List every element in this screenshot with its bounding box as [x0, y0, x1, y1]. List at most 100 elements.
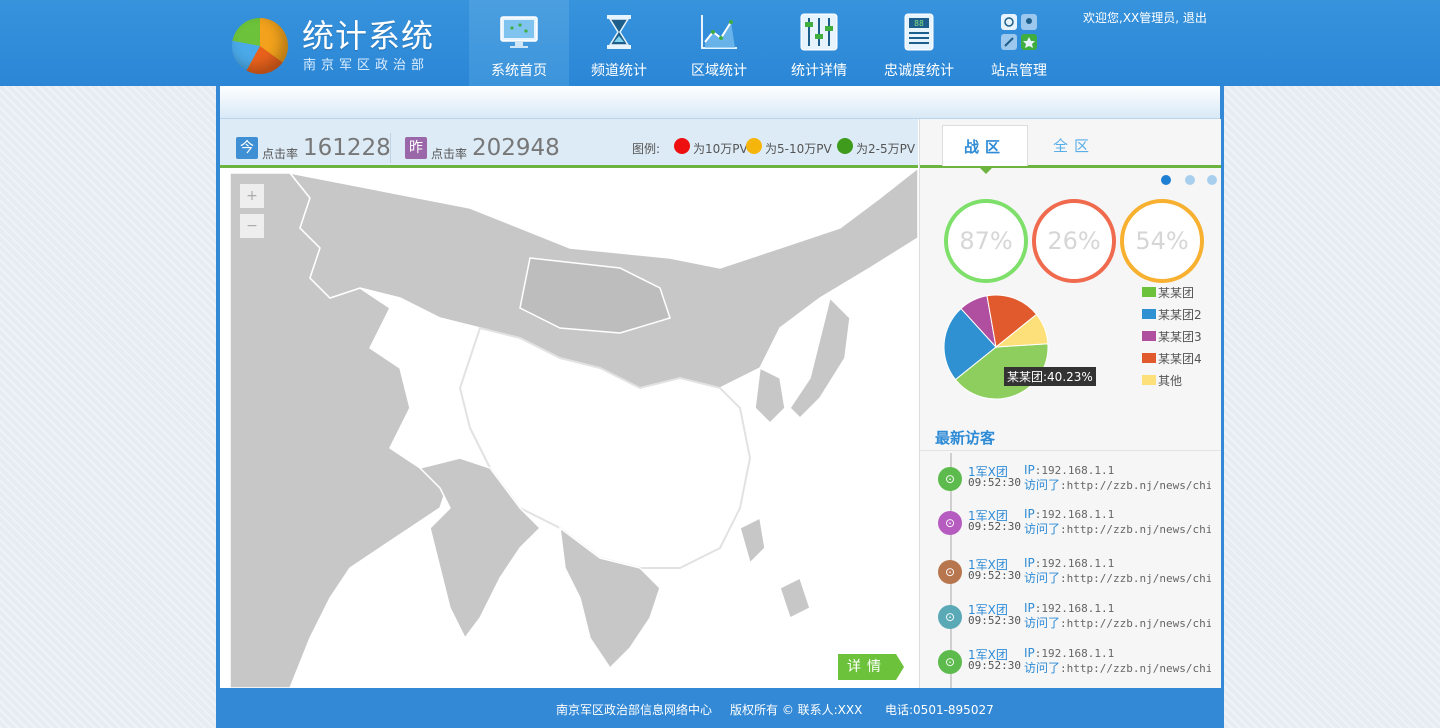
legend-swatch [1142, 375, 1156, 385]
latest-visitors-title: 最新访客 [935, 429, 996, 447]
yesterday-value: 202948 [472, 135, 560, 161]
nav-item-site-management[interactable]: 站点管理 [969, 0, 1069, 86]
url-value: :http://zzb.nj/news/china [1060, 617, 1211, 630]
visitor-url: 访问了:http://zzb.nj/news/china [1024, 520, 1211, 537]
clock-icon: ⊙ [938, 560, 962, 584]
legend-label: 为10万PV [693, 142, 748, 156]
top-header: 统计系统 南京军区政治部 系统首页 频道统计 区域统计 统计详情 88 忠诚度统… [0, 0, 1440, 86]
visitor-row[interactable]: ⊙ 1军X团 09:52:30 IP:192.168.1.1 访问了:http:… [920, 463, 1221, 503]
visitor-row[interactable]: ⊙ 1军X团 09:52:30 IP:192.168.1.1 访问了:http:… [920, 556, 1221, 596]
user-info: 欢迎您,XX管理员, 退出 [1083, 9, 1207, 26]
tab-all-zone[interactable]: 全区 [1032, 125, 1116, 165]
tab-pointer-icon [980, 168, 992, 174]
nav-label: 统计详情 [791, 63, 847, 79]
pie-svg [943, 294, 1049, 400]
svg-text:88: 88 [914, 19, 924, 28]
zoom-in-button[interactable]: + [240, 184, 264, 208]
yesterday-label: 点击率 [431, 147, 468, 161]
arrow-right-icon [896, 654, 904, 680]
logout-link[interactable]: 退出 [1183, 11, 1207, 25]
ip-label: IP [1024, 556, 1035, 570]
tab-war-zone[interactable]: 战区 [942, 125, 1028, 166]
clock-icon: ⊙ [938, 650, 962, 674]
visitor-time: 09:52:30 [968, 614, 1021, 627]
visitor-time: 09:52:30 [968, 659, 1021, 672]
legend-label: 为2-5万PV [856, 142, 916, 156]
visitor-url: 访问了:http://zzb.nj/news/china [1024, 476, 1211, 493]
url-value: :http://zzb.nj/news/china [1060, 523, 1211, 536]
percent-ring-2: 26% [1032, 199, 1116, 283]
footer: 南京军区政治部信息网络中心 版权所有 © 联系人:XXX 电话:0501-895… [220, 691, 1220, 725]
visitor-row[interactable]: ⊙ 1军X团 09:52:30 IP:192.168.1.1 访问了:http:… [920, 646, 1221, 686]
url-value: :http://zzb.nj/news/china [1060, 572, 1211, 585]
legend-swatch [1142, 353, 1156, 363]
side-panel: 战区 全区 87% 26% 54% 某某团:40.23% 某某团 某某团2 某某… [919, 119, 1221, 688]
visitor-ip: IP:192.168.1.1 [1024, 601, 1114, 615]
monitor-icon [500, 16, 538, 48]
pager-dot-1[interactable] [1161, 175, 1171, 185]
visited-label: 访问了 [1024, 522, 1061, 536]
hourglass-icon [607, 15, 631, 49]
sliders-icon [800, 13, 838, 51]
logo[interactable]: 统计系统 南京军区政治部 [232, 16, 472, 76]
nav-item-stat-details[interactable]: 统计详情 [769, 0, 869, 86]
nav-item-region-stats[interactable]: 区域统计 [669, 0, 769, 86]
visitor-row[interactable]: ⊙ 1军X团 09:52:30 IP:192.168.1.1 访问了:http:… [920, 507, 1221, 547]
nav-item-loyalty-stats[interactable]: 88 忠诚度统计 [869, 0, 969, 86]
visitor-ip: IP:192.168.1.1 [1024, 463, 1114, 477]
details-button[interactable]: 详情 [838, 654, 904, 680]
visitor-ip: IP:192.168.1.1 [1024, 507, 1114, 521]
legend-swatch [1142, 331, 1156, 341]
map-canvas [229, 168, 918, 688]
visited-label: 访问了 [1024, 571, 1061, 585]
main-panel: 今 点击率 161228 昨 点击率 202948 图例: 为10万PV 为5-… [220, 86, 1221, 688]
nav-label: 系统首页 [491, 63, 547, 79]
pager-dot-2[interactable] [1185, 175, 1195, 185]
logo-title: 统计系统 [302, 17, 435, 55]
footer-phone: 电话:0501-895027 [885, 703, 994, 717]
nav-label: 区域统计 [691, 63, 747, 79]
pie-legend-label: 其他 [1158, 374, 1183, 388]
today-badge: 今 [236, 137, 258, 159]
pie-tooltip: 某某团:40.23% [1004, 367, 1096, 386]
stat-divider [390, 133, 391, 163]
stat-bar: 今 点击率 161228 昨 点击率 202948 图例: 为10万PV 为5-… [220, 119, 918, 168]
today-label: 点击率 [262, 147, 299, 161]
ip-label: IP [1024, 646, 1035, 660]
pager-dot-3[interactable] [1207, 175, 1217, 185]
legend-swatch [1142, 287, 1156, 297]
clock-icon: ⊙ [938, 605, 962, 629]
visitor-time: 09:52:30 [968, 520, 1021, 533]
today-value: 161228 [303, 135, 391, 161]
visitors-divider [920, 450, 1221, 451]
green-dot-icon [837, 138, 853, 154]
visitor-time: 09:52:30 [968, 476, 1021, 489]
nav-label: 忠诚度统计 [884, 63, 954, 79]
user-greeting: 欢迎您,XX管理员, [1083, 11, 1180, 25]
main-nav: 系统首页 频道统计 区域统计 统计详情 88 忠诚度统计 站点管理 [469, 0, 1069, 86]
details-label: 详情 [838, 654, 896, 680]
pie-legend-label: 某某团4 [1158, 352, 1202, 366]
banner-strip [220, 86, 1220, 119]
zoom-out-button[interactable]: − [240, 214, 264, 238]
line-chart-icon [701, 15, 737, 49]
visitor-ip: IP:192.168.1.1 [1024, 646, 1114, 660]
ip-label: IP [1024, 463, 1035, 477]
legend-swatch [1142, 309, 1156, 319]
visitor-url: 访问了:http://zzb.nj/news/china [1024, 659, 1211, 676]
map-region-korea [754, 366, 786, 425]
region-map[interactable]: + − 详情 [220, 168, 918, 688]
map-legend: 图例: 为10万PV 为5-10万PV 为2-5万PV [632, 138, 915, 157]
visitor-row[interactable]: ⊙ 1军X团 09:52:30 IP:192.168.1.1 访问了:http:… [920, 601, 1221, 641]
pie-legend-label: 某某团2 [1158, 308, 1202, 322]
nav-item-channel-stats[interactable]: 频道统计 [569, 0, 669, 86]
pie-legend-label: 某某团 [1158, 286, 1195, 300]
visitor-url: 访问了:http://zzb.nj/news/china [1024, 569, 1211, 586]
calculator-icon: 88 [904, 13, 934, 51]
nav-label: 站点管理 [991, 63, 1047, 79]
legend-label: 为5-10万PV [765, 142, 832, 156]
logo-subtitle: 南京军区政治部 [303, 58, 430, 73]
map-legend-title: 图例: [632, 142, 661, 156]
nav-item-home[interactable]: 系统首页 [469, 0, 569, 86]
yesterday-badge: 昨 [405, 137, 427, 159]
